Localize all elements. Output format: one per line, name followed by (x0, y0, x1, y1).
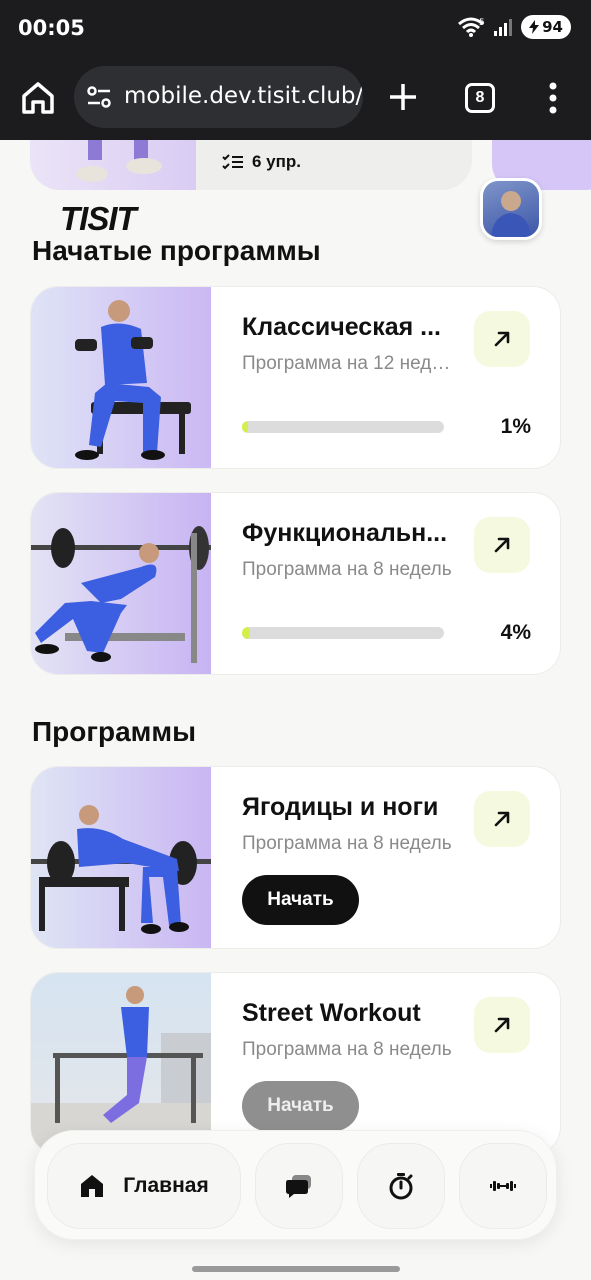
started-program-card[interactable]: Классическая ... Программа на 12 недель … (30, 286, 561, 469)
wifi-badge: 5 (479, 18, 485, 28)
open-program-button[interactable] (474, 311, 530, 367)
gesture-navigation-bar[interactable] (192, 1266, 400, 1272)
nav-home[interactable]: Главная (47, 1143, 241, 1229)
program-photo (31, 973, 211, 1154)
arrow-up-right-icon (494, 811, 510, 827)
started-program-card[interactable]: Функциональн... Программа на 8 недель 4% (30, 492, 561, 675)
status-time: 00:05 (18, 16, 85, 40)
arrow-up-right-icon (494, 537, 510, 553)
program-duration: Программа на 8 недель (242, 833, 452, 854)
section-title-programs: Программы (32, 716, 197, 747)
signal-icon (494, 19, 513, 36)
start-program-button[interactable]: Начать (242, 875, 359, 925)
nav-timer[interactable] (357, 1143, 445, 1229)
program-photo (31, 767, 211, 948)
site-settings-icon[interactable] (86, 85, 112, 109)
charging-bolt-icon (529, 20, 540, 34)
program-title: Street Workout (242, 999, 421, 1027)
browser-toolbar: mobile.dev.tisit.club/ 8 (0, 56, 591, 140)
program-photo (31, 287, 211, 468)
dumbbell-icon (490, 1181, 516, 1191)
browser-menu-icon[interactable] (541, 80, 565, 116)
bottom-navigation: Главная (34, 1130, 557, 1240)
program-title: Функциональн... (242, 519, 448, 547)
open-program-button[interactable] (474, 997, 530, 1053)
program-duration: Программа на 8 недель (242, 1039, 452, 1060)
battery-level: 94 (542, 18, 563, 36)
chat-icon (286, 1175, 311, 1198)
address-bar[interactable]: mobile.dev.tisit.club/ (74, 66, 363, 128)
program-photo (31, 493, 211, 674)
program-card[interactable]: Street Workout Программа на 8 недель Нач… (30, 972, 561, 1155)
open-program-button[interactable] (474, 517, 530, 573)
url-text: mobile.dev.tisit.club/ (124, 83, 363, 109)
wifi-icon: 5 (458, 17, 485, 37)
progress-bar (242, 627, 444, 639)
nav-chat[interactable] (255, 1143, 343, 1229)
progress-bar (242, 421, 444, 433)
progress-fill (242, 627, 251, 639)
progress-percent: 4% (500, 621, 531, 644)
nav-workouts[interactable] (459, 1143, 547, 1229)
user-avatar[interactable] (480, 178, 542, 240)
program-duration: Программа на 8 недель (242, 559, 452, 580)
exercise-count: 6 упр. (222, 152, 301, 172)
page-content[interactable]: 6 упр. TISIT Начатые программы Классичес… (0, 140, 591, 1280)
program-card-partial[interactable]: 6 упр. (30, 140, 472, 190)
status-bar: 00:05 5 94 (0, 0, 591, 56)
nav-home-label: Главная (123, 1174, 209, 1197)
program-photo (30, 140, 196, 190)
stopwatch-icon (389, 1173, 413, 1200)
arrow-up-right-icon (494, 1017, 510, 1033)
new-tab-plus-icon[interactable] (386, 80, 420, 114)
battery-indicator: 94 (521, 15, 571, 39)
tisit-logo: TISIT (60, 200, 141, 234)
progress-percent: 1% (500, 415, 531, 438)
home-icon (81, 1175, 104, 1197)
tab-switcher-button[interactable]: 8 (465, 83, 495, 113)
exercise-count-label: 6 упр. (252, 152, 302, 171)
program-duration: Программа на 12 недель (242, 353, 452, 374)
status-icons: 5 94 (457, 15, 571, 39)
checklist-icon (222, 154, 243, 170)
program-title: Ягодицы и ноги (242, 793, 439, 821)
program-title: Классическая ... (242, 313, 441, 341)
progress-fill (242, 421, 249, 433)
arrow-up-right-icon (494, 331, 510, 347)
section-title-started: Начатые программы (32, 235, 321, 266)
program-card[interactable]: Ягодицы и ноги Программа на 8 недель Нач… (30, 766, 561, 949)
browser-home-icon[interactable] (18, 78, 58, 118)
open-program-button[interactable] (474, 791, 530, 847)
logo-text: TISIT (60, 200, 140, 234)
start-program-button[interactable]: Начать (242, 1081, 359, 1131)
